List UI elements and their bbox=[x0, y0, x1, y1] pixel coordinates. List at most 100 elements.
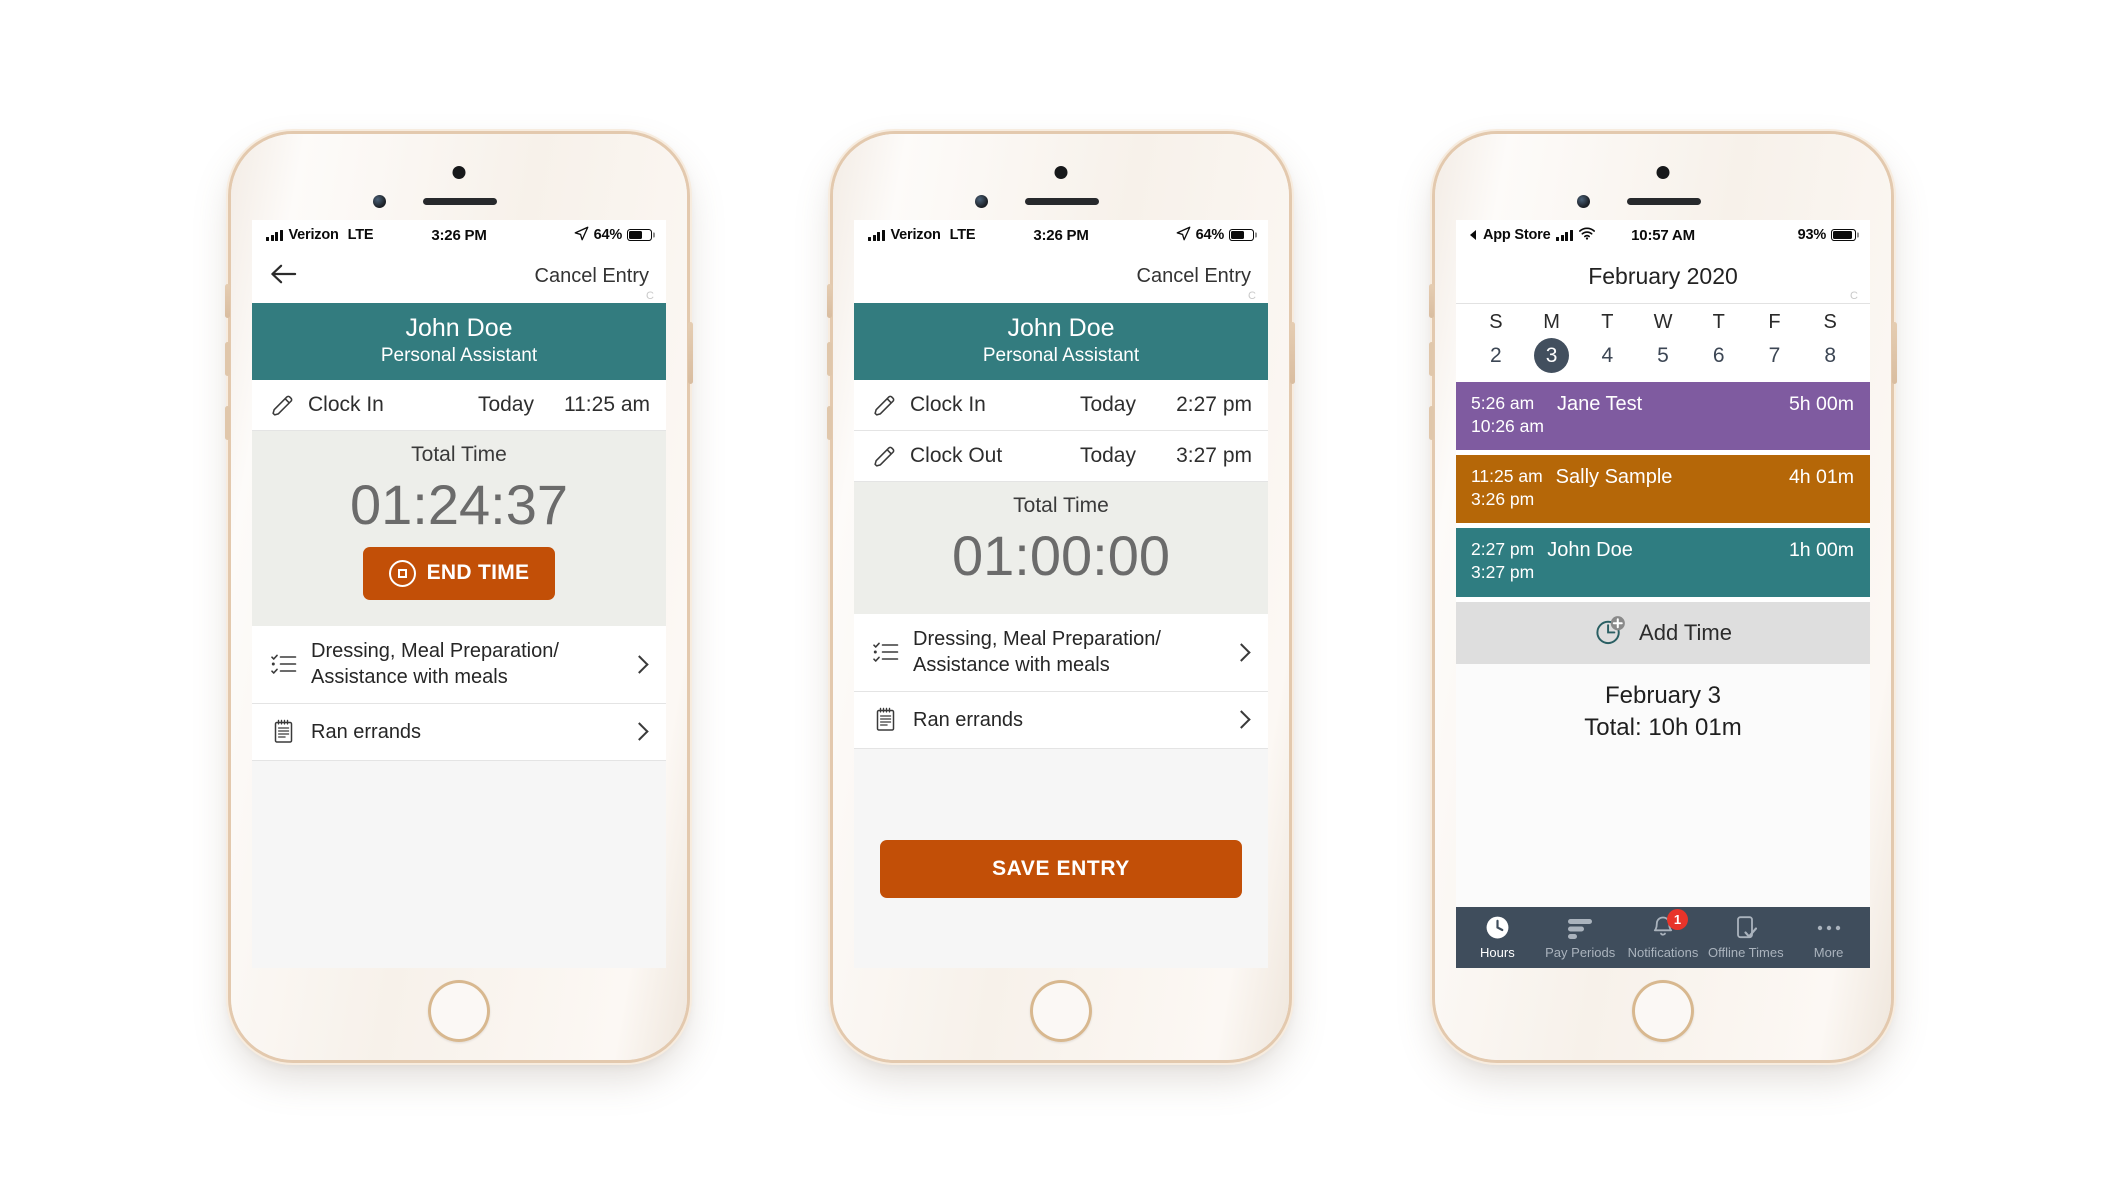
save-entry-button[interactable]: SAVE ENTRY bbox=[880, 840, 1242, 898]
add-time-button[interactable]: Add Time bbox=[1456, 601, 1870, 664]
carrier-label: Verizon bbox=[890, 227, 941, 243]
clock-in-day: Today bbox=[1079, 393, 1136, 417]
clock-in-row[interactable]: Clock In Today 2:27 pm bbox=[854, 380, 1268, 432]
end-time-button[interactable]: END TIME bbox=[362, 546, 556, 600]
month-title: February 2020 bbox=[1588, 263, 1738, 289]
event-row[interactable]: 5:26 am 10:26 am Jane Test 5h 00m bbox=[1456, 382, 1870, 451]
status-clock: 10:57 AM bbox=[1631, 226, 1695, 244]
person-name: John Doe bbox=[1007, 314, 1115, 342]
weekday-label: S bbox=[1823, 311, 1837, 333]
notepad-icon bbox=[872, 707, 899, 732]
clock-in-label: Clock In bbox=[910, 393, 986, 417]
calendar-day-cell[interactable]: 8 bbox=[1813, 338, 1848, 373]
camera-dot-icon bbox=[452, 166, 466, 179]
phone-screen-2: Verizon LTE 3:26 PM 64% Cancel Entry C J… bbox=[854, 220, 1268, 968]
tab-more[interactable]: More bbox=[1787, 914, 1870, 960]
phone-screen-3: App Store 10:57 AM 93% February 2020 C S… bbox=[1456, 220, 1870, 968]
event-times: 11:25 am 3:26 pm bbox=[1471, 466, 1543, 510]
nav-bar: Cancel Entry C bbox=[252, 250, 666, 303]
location-arrow-icon bbox=[574, 226, 589, 245]
phone-check-icon bbox=[1735, 914, 1757, 941]
task-label: Ran errands bbox=[913, 708, 1024, 731]
clock-out-time: 3:27 pm bbox=[1176, 444, 1252, 468]
wifi-icon bbox=[1579, 226, 1595, 244]
content-filler bbox=[252, 760, 666, 968]
clock-out-row[interactable]: Clock Out Today 3:27 pm bbox=[854, 431, 1268, 483]
cancel-entry-button[interactable]: Cancel Entry bbox=[535, 265, 650, 288]
clock-out-label: Clock Out bbox=[910, 444, 1003, 468]
network-label: LTE bbox=[347, 227, 374, 243]
task-row[interactable]: Ran errands bbox=[854, 691, 1268, 749]
pencil-icon bbox=[872, 444, 898, 469]
person-name: John Doe bbox=[405, 314, 513, 342]
ellipsis-icon bbox=[1816, 914, 1842, 941]
calendar-day-cell[interactable]: 5 bbox=[1646, 338, 1681, 373]
stop-icon bbox=[388, 559, 416, 587]
corner-mark: C bbox=[1850, 290, 1858, 302]
battery-icon bbox=[627, 229, 653, 241]
weekday-label: T bbox=[1712, 311, 1725, 333]
event-row[interactable]: 2:27 pm 3:27 pm John Doe 1h 00m bbox=[1456, 528, 1870, 597]
home-button[interactable] bbox=[1030, 980, 1092, 1042]
front-camera-icon bbox=[373, 195, 386, 208]
home-button[interactable] bbox=[1632, 980, 1694, 1042]
tab-label: Notifications bbox=[1627, 945, 1699, 960]
tab-label: More bbox=[1813, 945, 1844, 960]
total-time-block: Total Time 01:24:37 END TIME bbox=[252, 431, 666, 626]
tab-offline-times[interactable]: Offline Times bbox=[1704, 914, 1787, 960]
event-duration: 4h 01m bbox=[1788, 466, 1854, 489]
task-row[interactable]: Ran errands bbox=[252, 703, 666, 761]
chevron-right-icon bbox=[1232, 710, 1251, 729]
clock-in-row[interactable]: Clock In Today 11:25 am bbox=[252, 380, 666, 432]
checklist-icon bbox=[270, 653, 297, 675]
clock-in-time: 2:27 pm bbox=[1176, 393, 1252, 417]
calendar-day-cell[interactable]: 7 bbox=[1757, 338, 1792, 373]
chevron-right-icon bbox=[630, 722, 649, 741]
chevron-right-icon bbox=[1232, 643, 1251, 662]
tab-hours[interactable]: Hours bbox=[1456, 914, 1539, 960]
total-time-label: Total Time bbox=[1013, 494, 1109, 518]
calendar-day-cell-selected[interactable]: 3 bbox=[1534, 338, 1570, 373]
event-duration: 5h 00m bbox=[1788, 393, 1854, 415]
content-filler bbox=[1456, 743, 1870, 907]
status-bar: Verizon LTE 3:26 PM 64% bbox=[252, 220, 666, 250]
task-row[interactable]: Dressing, Meal Preparation/ Assistance w… bbox=[252, 625, 666, 704]
event-name: Sally Sample bbox=[1555, 466, 1673, 489]
status-bar: Verizon LTE 3:26 PM 64% bbox=[854, 220, 1268, 250]
checklist-icon bbox=[872, 641, 899, 663]
back-to-app-icon[interactable] bbox=[1470, 230, 1476, 240]
camera-dot-icon bbox=[1054, 166, 1068, 179]
tab-label: Offline Times bbox=[1707, 945, 1784, 960]
calendar-day-cell[interactable]: 4 bbox=[1590, 338, 1625, 373]
chevron-right-icon bbox=[630, 655, 649, 674]
clock-in-day: Today bbox=[477, 393, 534, 417]
person-role: Personal Assistant bbox=[380, 344, 538, 366]
bottom-tab-bar: Hours Pay Periods 1 Notifications Offlin… bbox=[1456, 907, 1870, 968]
home-button[interactable] bbox=[428, 980, 490, 1042]
phone-device-1: Verizon LTE 3:26 PM 64% Cancel Entry C J… bbox=[225, 134, 693, 1060]
weekday-label: W bbox=[1653, 311, 1673, 333]
calendar-day-cell[interactable]: 6 bbox=[1701, 338, 1736, 373]
phone-sensors bbox=[833, 164, 1289, 216]
calendar-day-cell[interactable]: 2 bbox=[1478, 338, 1513, 373]
event-duration: 1h 00m bbox=[1788, 539, 1854, 562]
tab-label: Pay Periods bbox=[1545, 945, 1616, 960]
pencil-icon bbox=[270, 393, 296, 418]
event-row[interactable]: 11:25 am 3:26 pm Sally Sample 4h 01m bbox=[1456, 455, 1870, 524]
event-name: John Doe bbox=[1547, 539, 1633, 562]
battery-percent: 93% bbox=[1797, 227, 1827, 243]
back-arrow-icon[interactable] bbox=[269, 262, 298, 291]
day-total-date: February 3 bbox=[1604, 681, 1722, 709]
signal-bars-icon bbox=[266, 229, 283, 241]
tab-notifications[interactable]: 1 Notifications bbox=[1622, 909, 1705, 960]
tab-pay-periods[interactable]: Pay Periods bbox=[1539, 914, 1622, 960]
back-app-label[interactable]: App Store bbox=[1483, 227, 1551, 243]
cancel-entry-button[interactable]: Cancel Entry bbox=[1137, 265, 1252, 288]
phone-device-2: Verizon LTE 3:26 PM 64% Cancel Entry C J… bbox=[827, 134, 1295, 1060]
task-row[interactable]: Dressing, Meal Preparation/ Assistance w… bbox=[854, 613, 1268, 692]
weekday-label: M bbox=[1543, 311, 1560, 333]
corner-mark: C bbox=[646, 290, 654, 302]
status-clock: 3:26 PM bbox=[1033, 226, 1089, 244]
day-total-block: February 3 Total: 10h 01m bbox=[1456, 663, 1870, 744]
phone-sensors bbox=[231, 164, 687, 216]
